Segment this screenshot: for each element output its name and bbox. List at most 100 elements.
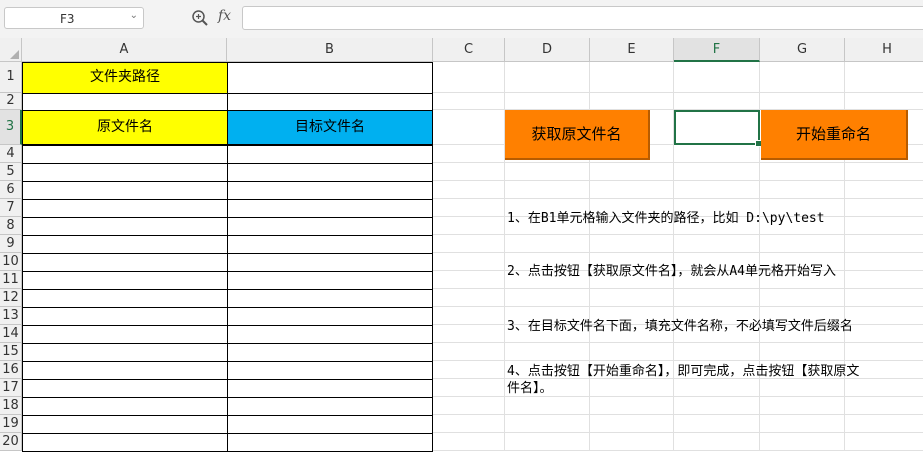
fx-icon[interactable]: fx [218, 8, 231, 24]
cell-A3[interactable]: 原文件名 [22, 110, 228, 145]
cell-G9[interactable] [760, 235, 845, 253]
cell-A8[interactable] [22, 217, 228, 236]
cell-A10[interactable] [22, 253, 228, 272]
cell-E1[interactable] [590, 62, 674, 93]
row-header-10[interactable]: 10 [0, 253, 22, 271]
cell-E18[interactable] [590, 397, 674, 415]
row-header-6[interactable]: 6 [0, 181, 22, 199]
row-header-18[interactable]: 18 [0, 397, 22, 415]
cell-B19[interactable] [227, 415, 433, 434]
cell-D1[interactable] [505, 62, 590, 93]
cell-B13[interactable] [227, 307, 433, 326]
cell-G15[interactable] [760, 343, 845, 361]
row-header-4[interactable]: 4 [0, 145, 22, 163]
cell-C17[interactable] [433, 379, 505, 397]
cell-C12[interactable] [433, 289, 505, 307]
row-header-5[interactable]: 5 [0, 163, 22, 181]
cell-C16[interactable] [433, 361, 505, 379]
cell-A7[interactable] [22, 199, 228, 218]
cell-A15[interactable] [22, 343, 228, 362]
column-header-C[interactable]: C [433, 38, 505, 62]
cell-E15[interactable] [590, 343, 674, 361]
cell-B11[interactable] [227, 271, 433, 290]
column-header-B[interactable]: B [227, 38, 433, 62]
cell-A11[interactable] [22, 271, 228, 290]
cell-A12[interactable] [22, 289, 228, 308]
cell-A16[interactable] [22, 361, 228, 380]
cell-F15[interactable] [674, 343, 760, 361]
cell-C1[interactable] [433, 62, 505, 93]
cell-H1[interactable] [845, 62, 923, 93]
row-header-3[interactable]: 3 [0, 110, 22, 145]
cell-H11[interactable] [845, 271, 923, 289]
cell-A13[interactable] [22, 307, 228, 326]
cell-C9[interactable] [433, 235, 505, 253]
cell-E17[interactable] [590, 379, 674, 397]
cell-D18[interactable] [505, 397, 590, 415]
cell-H8[interactable] [845, 217, 923, 235]
cell-H6[interactable] [845, 181, 923, 199]
cell-F12[interactable] [674, 289, 760, 307]
column-header-A[interactable]: A [22, 38, 227, 62]
cell-D12[interactable] [505, 289, 590, 307]
cell-B8[interactable] [227, 217, 433, 236]
cell-C15[interactable] [433, 343, 505, 361]
cell-E6[interactable] [590, 181, 674, 199]
cell-B1[interactable] [227, 62, 433, 94]
row-header-1[interactable]: 1 [0, 62, 22, 93]
row-header-8[interactable]: 8 [0, 217, 22, 235]
cell-G19[interactable] [760, 415, 845, 433]
cell-H14[interactable] [845, 325, 923, 343]
cell-A18[interactable] [22, 397, 228, 416]
cell-B6[interactable] [227, 181, 433, 200]
cell-H10[interactable] [845, 253, 923, 271]
cell-A2[interactable] [22, 93, 228, 111]
cell-C18[interactable] [433, 397, 505, 415]
cell-G2[interactable] [760, 93, 845, 110]
cell-A5[interactable] [22, 163, 228, 182]
cell-A1[interactable]: 文件夹路径 [22, 62, 228, 94]
cell-H17[interactable] [845, 379, 923, 397]
cell-C2[interactable] [433, 93, 505, 110]
cell-G18[interactable] [760, 397, 845, 415]
cell-H12[interactable] [845, 289, 923, 307]
cell-D5[interactable] [505, 163, 590, 181]
cell-D19[interactable] [505, 415, 590, 433]
cell-G20[interactable] [760, 433, 845, 451]
column-header-G[interactable]: G [760, 38, 845, 62]
name-box[interactable]: F3 ⌄ [4, 7, 144, 29]
cell-C4[interactable] [433, 145, 505, 163]
active-cell-F3[interactable] [674, 110, 762, 147]
cell-C3[interactable] [433, 110, 505, 145]
get-original-names-button[interactable]: 获取原文件名 [505, 110, 650, 160]
select-all-corner[interactable] [0, 38, 22, 62]
cell-D20[interactable] [505, 433, 590, 451]
cell-B12[interactable] [227, 289, 433, 308]
cell-F4[interactable] [674, 145, 760, 163]
cell-B18[interactable] [227, 397, 433, 416]
column-header-F[interactable]: F [674, 38, 760, 62]
cell-B10[interactable] [227, 253, 433, 272]
cell-A6[interactable] [22, 181, 228, 200]
row-header-19[interactable]: 19 [0, 415, 22, 433]
cell-F1[interactable] [674, 62, 760, 93]
cell-C13[interactable] [433, 307, 505, 325]
cell-A20[interactable] [22, 433, 228, 452]
cell-H19[interactable] [845, 415, 923, 433]
cell-D6[interactable] [505, 181, 590, 199]
cell-C11[interactable] [433, 271, 505, 289]
cell-A19[interactable] [22, 415, 228, 434]
cell-G5[interactable] [760, 163, 845, 181]
cell-C14[interactable] [433, 325, 505, 343]
cell-A17[interactable] [22, 379, 228, 398]
cell-F17[interactable] [674, 379, 760, 397]
cell-C20[interactable] [433, 433, 505, 451]
row-header-2[interactable]: 2 [0, 93, 22, 110]
start-rename-button[interactable]: 开始重命名 [761, 110, 908, 160]
cell-B16[interactable] [227, 361, 433, 380]
cell-C6[interactable] [433, 181, 505, 199]
cell-B15[interactable] [227, 343, 433, 362]
cell-B5[interactable] [227, 163, 433, 182]
cell-F19[interactable] [674, 415, 760, 433]
cell-F2[interactable] [674, 93, 760, 110]
